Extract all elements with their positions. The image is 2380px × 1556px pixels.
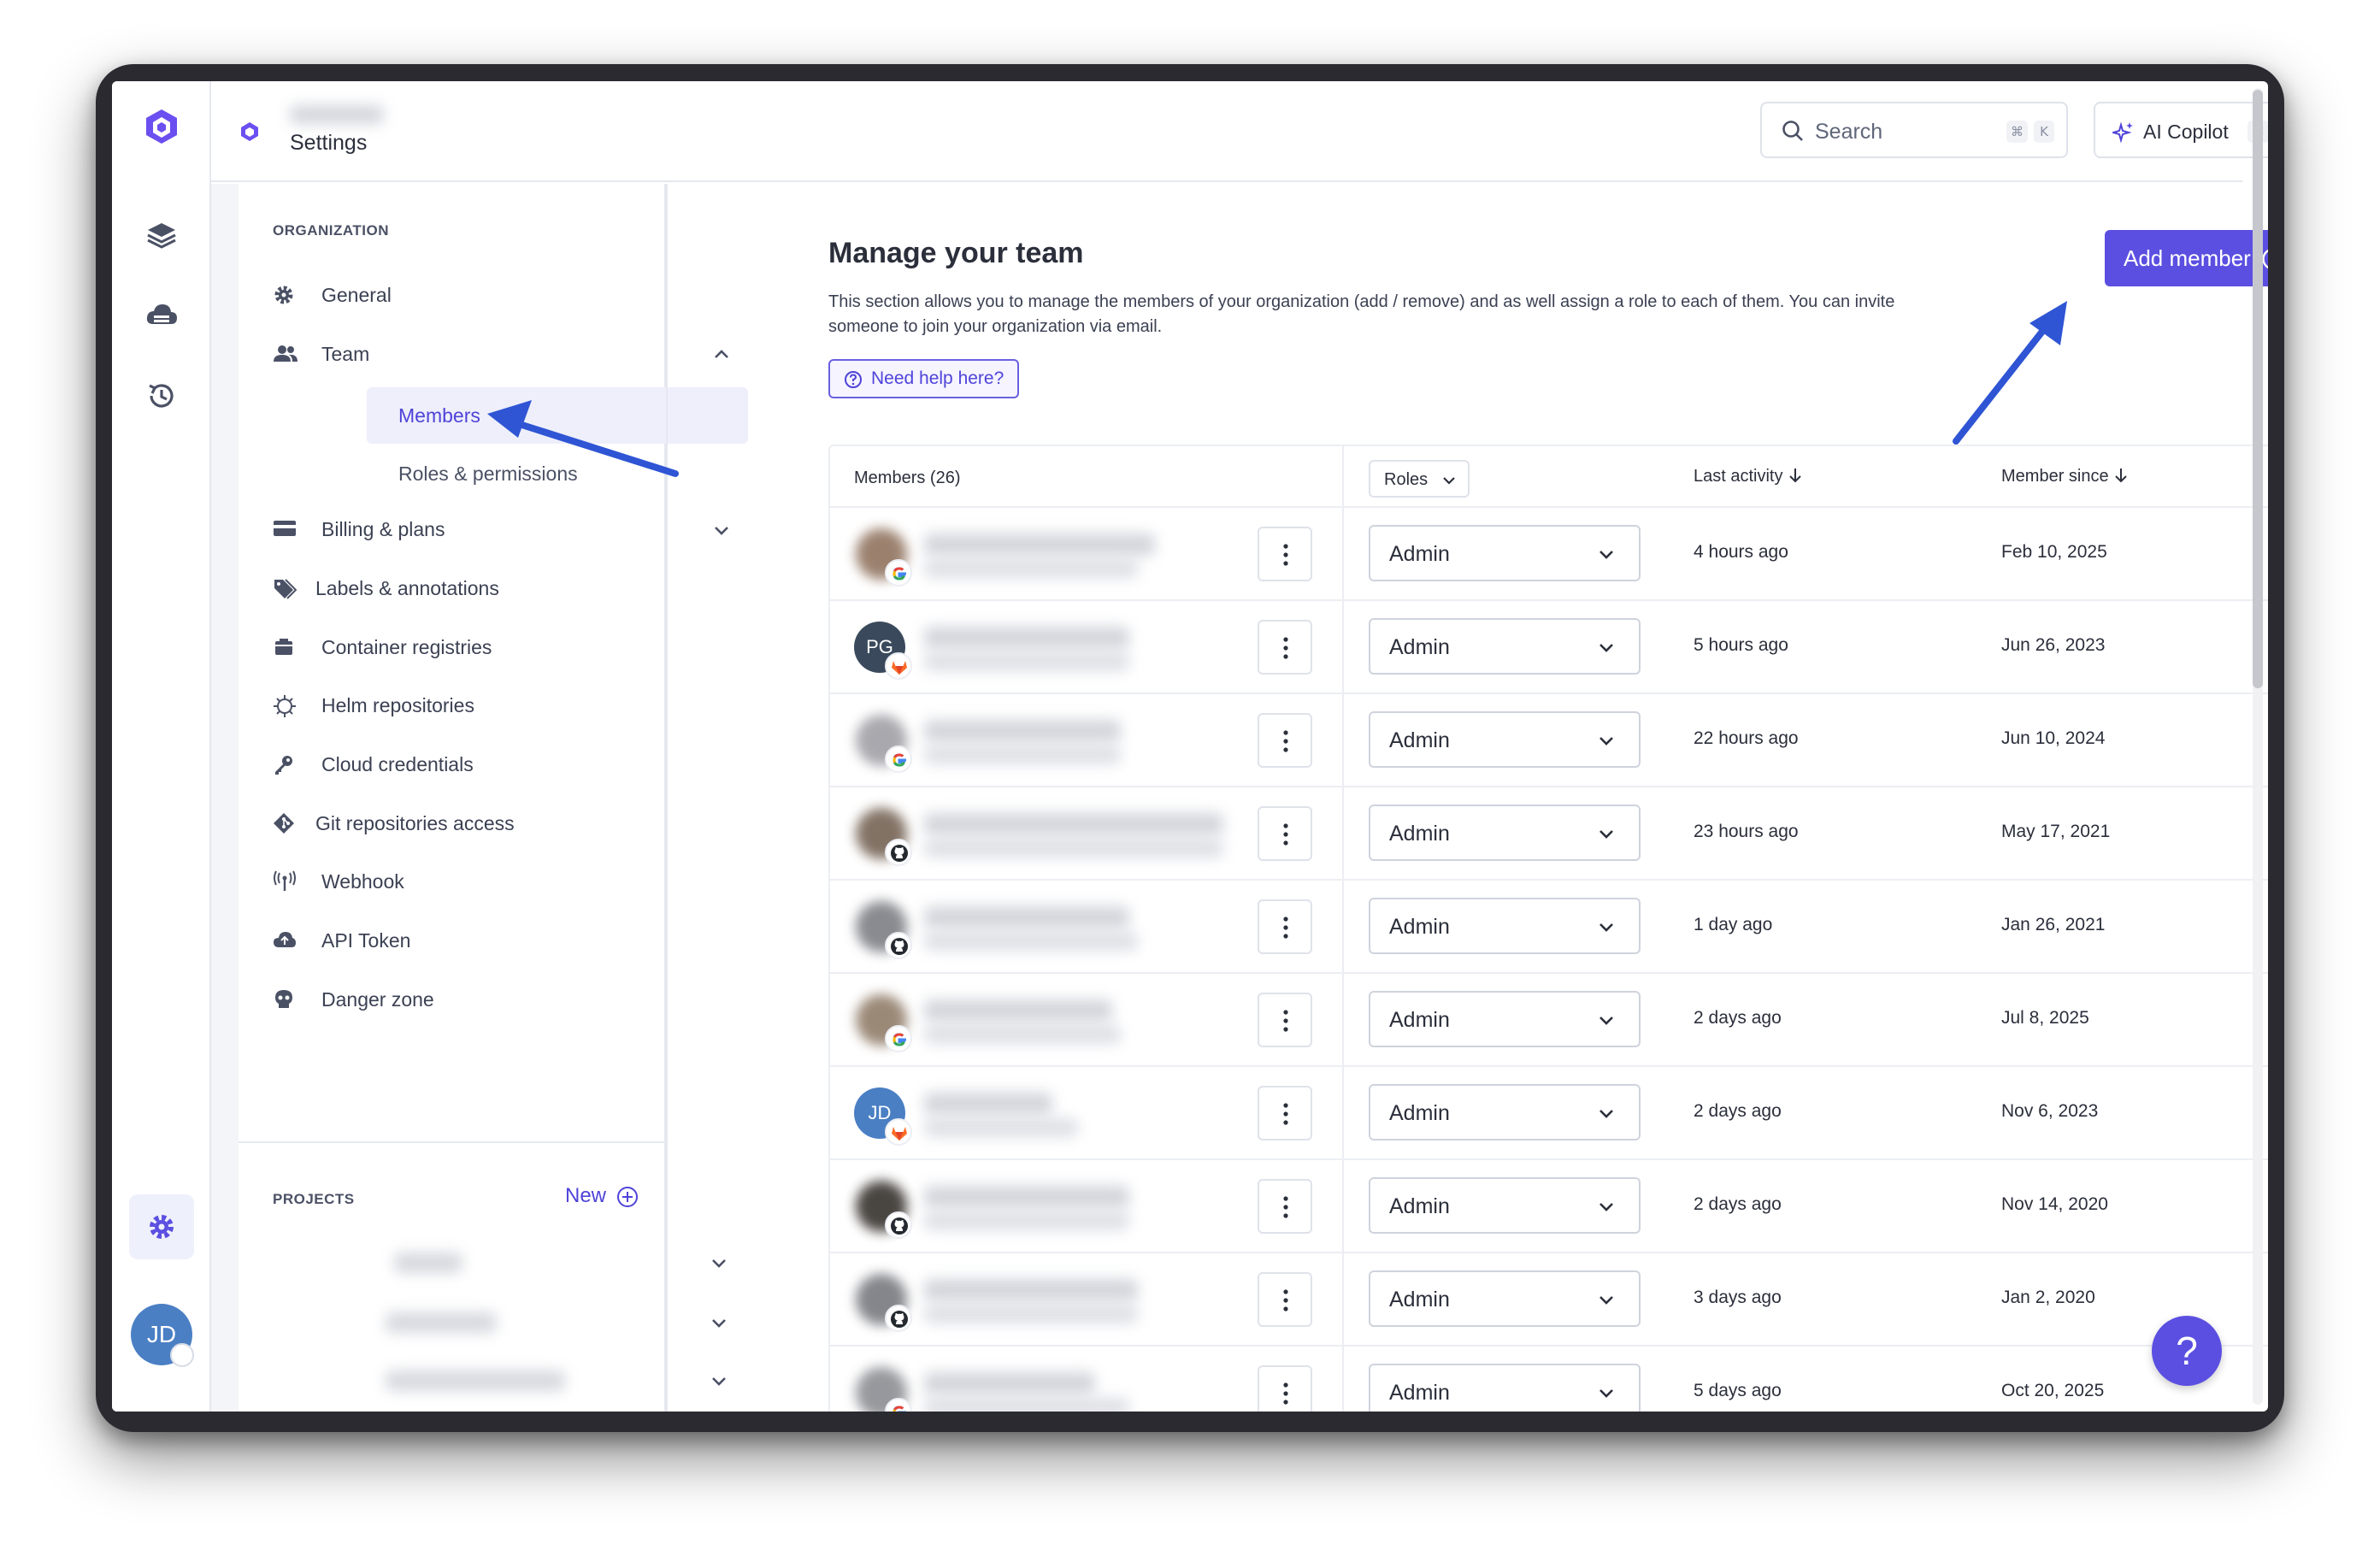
annotation-arrows [487, 301, 2067, 477]
arrow-to-members-icon [487, 400, 679, 477]
arrow-to-add-member-icon [1953, 301, 2067, 445]
